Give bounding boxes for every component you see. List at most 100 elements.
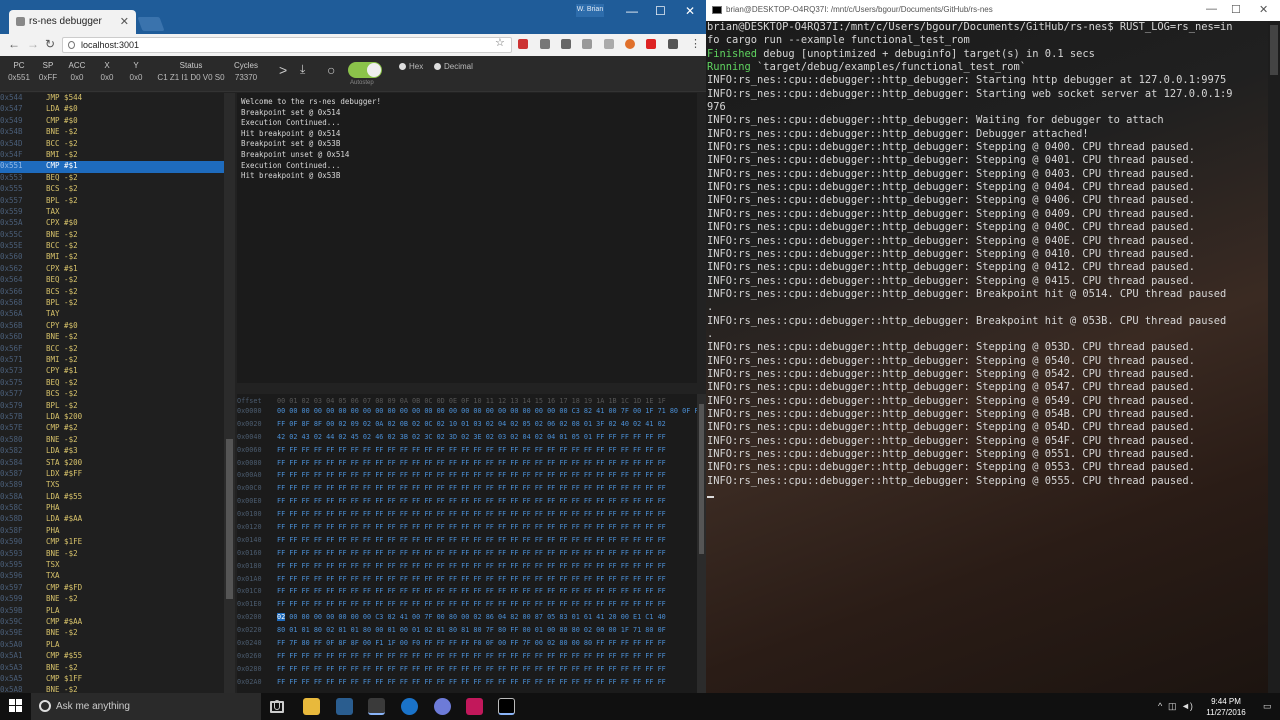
scrollbar-thumb[interactable] — [1270, 25, 1278, 75]
extension-icon[interactable] — [604, 39, 614, 49]
address-bar[interactable]: localhost:3001 — [62, 37, 512, 53]
memory-row[interactable]: 0x0080 FF FF FF FF FF FF FF FF FF FF FF F… — [237, 459, 697, 472]
continue-icon[interactable]: > — [279, 62, 287, 78]
hex-radio[interactable]: Hex — [399, 62, 423, 71]
code-row[interactable]: 0x597 CMP #$FD — [0, 583, 224, 594]
forward-icon[interactable]: → — [27, 37, 39, 51]
code-row[interactable]: 0x571 BMI -$2 — [0, 355, 224, 366]
autostep-toggle[interactable] — [348, 62, 382, 78]
code-row[interactable]: 0x560 BMI -$2 — [0, 252, 224, 263]
extension-icon[interactable] — [625, 39, 635, 49]
code-row[interactable]: 0x575 BEQ -$2 — [0, 378, 224, 389]
code-row[interactable]: 0x573 CPY #$1 — [0, 366, 224, 377]
scrollbar-thumb[interactable] — [226, 439, 233, 599]
edge-icon[interactable] — [401, 698, 418, 715]
code-row[interactable]: 0x577 BCS -$2 — [0, 389, 224, 400]
code-row[interactable]: 0x562 CPX #$1 — [0, 264, 224, 275]
code-row[interactable]: 0x595 TSX — [0, 560, 224, 571]
code-row[interactable]: 0x580 BNE -$2 — [0, 435, 224, 446]
memory-viewer[interactable]: Offset 00 01 02 03 04 05 06 07 08 09 0A 0… — [237, 394, 697, 693]
code-row[interactable]: 0x547 LDA #$0 — [0, 104, 224, 115]
extension-icon[interactable] — [668, 39, 678, 49]
scrollbar-thumb[interactable] — [699, 404, 704, 554]
new-tab-button[interactable] — [137, 17, 165, 31]
code-row[interactable]: 0x55C BNE -$2 — [0, 230, 224, 241]
code-row[interactable]: 0x56D BNE -$2 — [0, 332, 224, 343]
code-row[interactable]: 0x584 STA $200 — [0, 458, 224, 469]
minimize-icon[interactable]: — — [1206, 3, 1217, 15]
discord-icon[interactable] — [434, 698, 451, 715]
task-view-icon[interactable] — [270, 701, 284, 713]
extension-icon[interactable] — [582, 39, 592, 49]
extension-icon[interactable] — [518, 39, 528, 49]
code-row[interactable]: 0x555 BCS -$2 — [0, 184, 224, 195]
code-row[interactable]: 0x559 TAX — [0, 207, 224, 218]
memory-row[interactable]: 0x0160 FF FF FF FF FF FF FF FF FF FF FF F… — [237, 549, 697, 562]
code-row[interactable]: 0x57B LDA $200 — [0, 412, 224, 423]
memory-row[interactable]: 0x0140 FF FF FF FF FF FF FF FF FF FF FF F… — [237, 536, 697, 549]
code-row[interactable]: 0x590 CMP $1FE — [0, 537, 224, 548]
memory-row[interactable]: 0x0060 FF FF FF FF FF FF FF FF FF FF FF F… — [237, 446, 697, 459]
code-row[interactable]: 0x566 BCS -$2 — [0, 287, 224, 298]
chevron-up-icon[interactable]: ^ — [1158, 701, 1162, 711]
code-row[interactable]: 0x59E BNE -$2 — [0, 628, 224, 639]
menu-icon[interactable]: ⋮ — [690, 37, 701, 50]
code-row[interactable]: 0x54D BCC -$2 — [0, 139, 224, 150]
code-row[interactable]: 0x564 BEQ -$2 — [0, 275, 224, 286]
close-tab-icon[interactable]: ✕ — [120, 15, 129, 28]
mail-extension-icon[interactable] — [561, 39, 571, 49]
page-info-icon[interactable] — [68, 41, 75, 49]
memory-row[interactable]: 0x0200 02 00 00 00 00 00 00 00 C3 82 41 0… — [237, 613, 697, 626]
windows-start-icon[interactable] — [9, 699, 23, 713]
memory-row[interactable]: 0x0280 FF FF FF FF FF FF FF FF FF FF FF F… — [237, 665, 697, 678]
code-row[interactable]: 0x593 BNE -$2 — [0, 549, 224, 560]
code-row[interactable]: 0x58A LDA #$55 — [0, 492, 224, 503]
code-row[interactable]: 0x596 TXA — [0, 571, 224, 582]
terminal-taskbar-icon[interactable] — [498, 698, 515, 715]
code-row[interactable]: 0x58C PHA — [0, 503, 224, 514]
memory-row[interactable]: 0x02A0 FF FF FF FF FF FF FF FF FF FF FF F… — [237, 678, 697, 691]
code-row[interactable]: 0x589 TXS — [0, 480, 224, 491]
disassembly-list[interactable]: 0x544 JMP $544 0x547 LDA #$0 0x549 CMP #$0 0x5… — [0, 93, 224, 693]
memory-row[interactable]: 0x01E0 FF FF FF FF FF FF FF FF FF FF FF F… — [237, 600, 697, 613]
notifications-icon[interactable]: ▭ — [1263, 701, 1272, 712]
code-row[interactable]: 0x56A TAY — [0, 309, 224, 320]
file-explorer-icon[interactable] — [303, 698, 320, 715]
maximize-icon[interactable]: ☐ — [655, 4, 666, 18]
cortana-search[interactable]: Ask me anything — [31, 693, 280, 720]
code-row[interactable]: 0x54B BNE -$2 — [0, 127, 224, 138]
profile-button[interactable]: W. Brian — [576, 4, 604, 17]
code-row[interactable]: 0x579 BPL -$2 — [0, 401, 224, 412]
disassembly-scrollbar[interactable] — [224, 93, 235, 693]
code-row[interactable]: 0x5A1 CMP #$55 — [0, 651, 224, 662]
memory-row[interactable]: 0x0180 FF FF FF FF FF FF FF FF FF FF FF F… — [237, 562, 697, 575]
code-row[interactable]: 0x58F PHA — [0, 526, 224, 537]
terminal-output[interactable]: brian@DESKTOP-O4RQ37I:/mnt/c/Users/bgour… — [706, 21, 1268, 501]
code-row[interactable]: 0x57E CMP #$2 — [0, 423, 224, 434]
code-row[interactable]: 0x5A3 BNE -$2 — [0, 663, 224, 674]
code-row[interactable]: 0x5A8 BNE -$2 — [0, 685, 224, 693]
memory-cursor[interactable]: 02 — [277, 613, 286, 622]
intellij-icon[interactable] — [466, 698, 483, 715]
memory-row[interactable]: 0x0260 FF FF FF FF FF FF FF FF FF FF FF F… — [237, 652, 697, 665]
memory-row[interactable]: 0x01C0 FF FF FF FF FF FF FF FF FF FF FF F… — [237, 587, 697, 600]
volume-icon[interactable]: ◄) — [1181, 701, 1193, 711]
step-icon[interactable]: ⤓ — [300, 62, 305, 77]
code-row[interactable]: 0x56F BCC -$2 — [0, 344, 224, 355]
code-row[interactable]: 0x582 LDA #$3 — [0, 446, 224, 457]
code-row[interactable]: 0x599 BNE -$2 — [0, 594, 224, 605]
memory-row[interactable]: 0x00A0 FF FF FF FF FF FF FF FF FF FF FF F… — [237, 471, 697, 484]
minimize-icon[interactable]: — — [626, 4, 638, 18]
stop-extension-icon[interactable] — [646, 39, 656, 49]
code-row[interactable]: 0x55A CPX #$0 — [0, 218, 224, 229]
code-row[interactable]: 0x5A5 CMP $1FF — [0, 674, 224, 685]
terminal-scrollbar[interactable] — [1268, 21, 1280, 693]
close-window-icon[interactable]: ✕ — [685, 4, 695, 18]
bookmark-star-icon[interactable]: ☆ — [495, 36, 505, 49]
chrome-icon[interactable] — [368, 698, 385, 715]
memory-row[interactable]: 0x0100 FF FF FF FF FF FF FF FF FF FF FF F… — [237, 510, 697, 523]
code-row[interactable]: 0x59B PLA — [0, 606, 224, 617]
back-icon[interactable]: ← — [8, 37, 20, 51]
memory-row[interactable]: 0x01A0 FF FF FF FF FF FF FF FF FF FF FF F… — [237, 575, 697, 588]
code-row[interactable]: 0x5A0 PLA — [0, 640, 224, 651]
